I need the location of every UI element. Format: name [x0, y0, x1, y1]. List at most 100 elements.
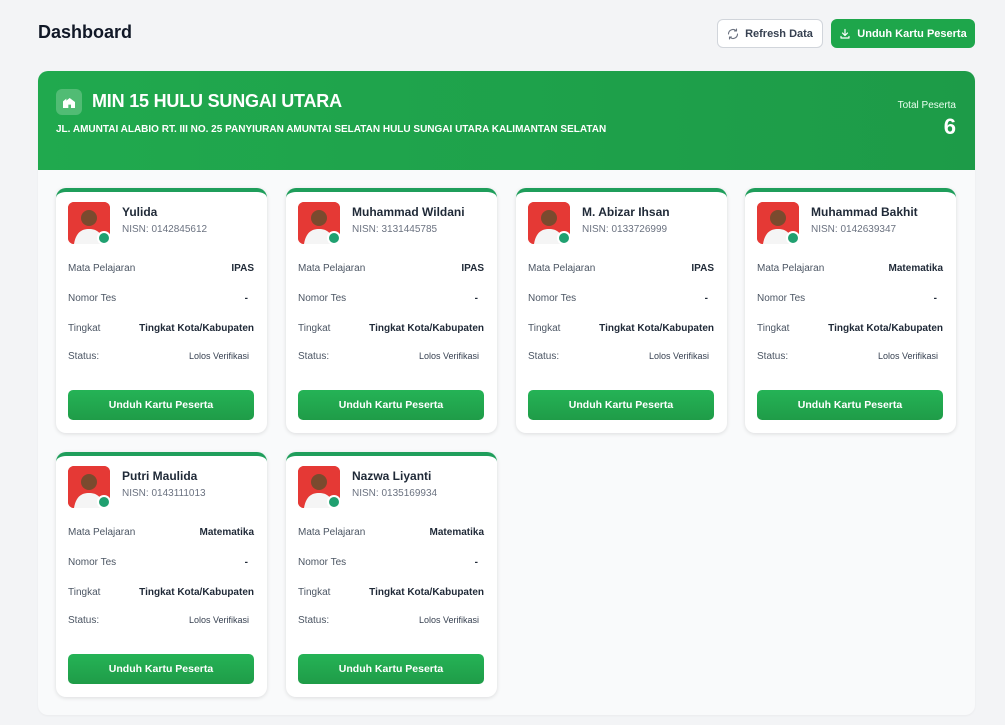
test-number-row: Nomor Tes -	[298, 293, 484, 304]
test-number-value: -	[474, 557, 478, 568]
subject-label: Mata Pelajaran	[757, 263, 825, 274]
status-value: Lolos Verifikasi	[418, 615, 479, 625]
level-label: Tingkat	[68, 587, 101, 598]
subject-value: IPAS	[691, 263, 714, 274]
verified-status-dot	[786, 231, 800, 245]
test-number-value: -	[933, 293, 937, 304]
status-row: Status: Lolos Verifikasi	[68, 351, 254, 362]
level-value: Tingkat Kota/Kabupaten	[369, 587, 484, 598]
student-nisn: NISN: 0142639347	[811, 224, 897, 235]
subject-label: Mata Pelajaran	[68, 263, 136, 274]
download-card-button[interactable]: Unduh Kartu Peserta	[298, 390, 484, 420]
student-card: Putri Maulida NISN: 0143111013 Mata Pela…	[56, 452, 267, 697]
subject-label: Mata Pelajaran	[68, 527, 136, 538]
verified-status-dot	[97, 231, 111, 245]
download-card-button[interactable]: Unduh Kartu Peserta	[68, 654, 254, 684]
test-number-label: Nomor Tes	[528, 293, 577, 304]
test-number-label: Nomor Tes	[68, 557, 117, 568]
level-row: Tingkat Tingkat Kota/Kabupaten	[68, 323, 254, 334]
student-name: Muhammad Bakhit	[811, 205, 918, 219]
level-label: Tingkat	[68, 323, 101, 334]
test-number-label: Nomor Tes	[298, 293, 347, 304]
status-row: Status: Lolos Verifikasi	[757, 351, 943, 362]
subject-row: Mata Pelajaran Matematika	[757, 263, 943, 274]
status-label: Status:	[528, 351, 560, 362]
level-row: Tingkat Tingkat Kota/Kabupaten	[298, 323, 484, 334]
subject-row: Mata Pelajaran IPAS	[528, 263, 714, 274]
level-row: Tingkat Tingkat Kota/Kabupaten	[528, 323, 714, 334]
student-nisn: NISN: 0135169934	[352, 488, 438, 499]
school-panel: MIN 15 HULU SUNGAI UTARA JL. AMUNTAI ALA…	[38, 71, 975, 715]
status-value: Lolos Verifikasi	[648, 351, 709, 361]
total-participants-label: Total Peserta	[897, 100, 956, 111]
download-icon	[839, 28, 851, 40]
download-card-button[interactable]: Unduh Kartu Peserta	[298, 654, 484, 684]
download-card-button[interactable]: Unduh Kartu Peserta	[528, 390, 714, 420]
school-name: MIN 15 HULU SUNGAI UTARA	[92, 91, 342, 111]
subject-row: Mata Pelajaran IPAS	[298, 263, 484, 274]
status-label: Status:	[757, 351, 789, 362]
level-value: Tingkat Kota/Kabupaten	[828, 323, 943, 334]
refresh-data-label: Refresh Data	[745, 27, 813, 40]
student-card: Yulida NISN: 0142845612 Mata Pelajaran I…	[56, 188, 267, 433]
status-label: Status:	[298, 351, 330, 362]
school-banner: MIN 15 HULU SUNGAI UTARA JL. AMUNTAI ALA…	[38, 71, 975, 170]
school-address: JL. AMUNTAI ALABIO RT. III NO. 25 PANYIU…	[56, 124, 607, 135]
student-name: Muhammad Wildani	[352, 205, 465, 219]
student-name: M. Abizar Ihsan	[582, 205, 670, 219]
test-number-label: Nomor Tes	[68, 293, 117, 304]
level-value: Tingkat Kota/Kabupaten	[599, 323, 714, 334]
status-value: Lolos Verifikasi	[188, 351, 249, 361]
status-value: Lolos Verifikasi	[188, 615, 249, 625]
student-card: M. Abizar Ihsan NISN: 0133726999 Mata Pe…	[516, 188, 727, 433]
test-number-row: Nomor Tes -	[298, 557, 484, 568]
level-label: Tingkat	[528, 323, 561, 334]
page-title: Dashboard	[38, 22, 133, 42]
download-card-button[interactable]: Unduh Kartu Peserta	[68, 390, 254, 420]
subject-value: Matematika	[199, 527, 254, 538]
subject-value: Matematika	[888, 263, 943, 274]
subject-label: Mata Pelajaran	[298, 263, 366, 274]
subject-value: IPAS	[461, 263, 484, 274]
test-number-value: -	[244, 557, 248, 568]
student-name: Putri Maulida	[122, 469, 198, 483]
download-card-button[interactable]: Unduh Kartu Peserta	[757, 390, 943, 420]
level-value: Tingkat Kota/Kabupaten	[369, 323, 484, 334]
status-value: Lolos Verifikasi	[877, 351, 938, 361]
level-label: Tingkat	[298, 323, 331, 334]
student-nisn: NISN: 0143111013	[122, 488, 206, 499]
verified-status-dot	[97, 495, 111, 509]
total-participants-value: 6	[943, 114, 956, 139]
subject-value: Matematika	[429, 527, 484, 538]
status-value: Lolos Verifikasi	[418, 351, 479, 361]
test-number-row: Nomor Tes -	[528, 293, 714, 304]
status-row: Status: Lolos Verifikasi	[68, 615, 254, 626]
level-row: Tingkat Tingkat Kota/Kabupaten	[298, 587, 484, 598]
student-nisn: NISN: 0142845612	[122, 224, 208, 235]
level-row: Tingkat Tingkat Kota/Kabupaten	[68, 587, 254, 598]
status-row: Status: Lolos Verifikasi	[528, 351, 714, 362]
test-number-label: Nomor Tes	[298, 557, 347, 568]
test-number-label: Nomor Tes	[757, 293, 806, 304]
download-all-label: Unduh Kartu Peserta	[857, 27, 967, 40]
subject-value: IPAS	[231, 263, 254, 274]
verified-status-dot	[557, 231, 571, 245]
download-all-cards-button[interactable]: Unduh Kartu Peserta	[831, 19, 975, 48]
test-number-row: Nomor Tes -	[68, 293, 254, 304]
status-row: Status: Lolos Verifikasi	[298, 615, 484, 626]
level-label: Tingkat	[298, 587, 331, 598]
test-number-value: -	[244, 293, 248, 304]
verified-status-dot	[327, 495, 341, 509]
student-card: Muhammad Wildani NISN: 3131445785 Mata P…	[286, 188, 497, 433]
student-card: Nazwa Liyanti NISN: 0135169934 Mata Pela…	[286, 452, 497, 697]
student-card: Muhammad Bakhit NISN: 0142639347 Mata Pe…	[745, 188, 956, 433]
top-bar: Dashboard Refresh Data Unduh Kartu Peser…	[0, 0, 1005, 66]
status-label: Status:	[68, 615, 100, 626]
test-number-value: -	[704, 293, 708, 304]
test-number-row: Nomor Tes -	[68, 557, 254, 568]
refresh-data-button[interactable]: Refresh Data	[717, 19, 823, 48]
level-label: Tingkat	[757, 323, 790, 334]
refresh-icon	[727, 27, 739, 40]
verified-status-dot	[327, 231, 341, 245]
student-name: Nazwa Liyanti	[352, 469, 432, 483]
